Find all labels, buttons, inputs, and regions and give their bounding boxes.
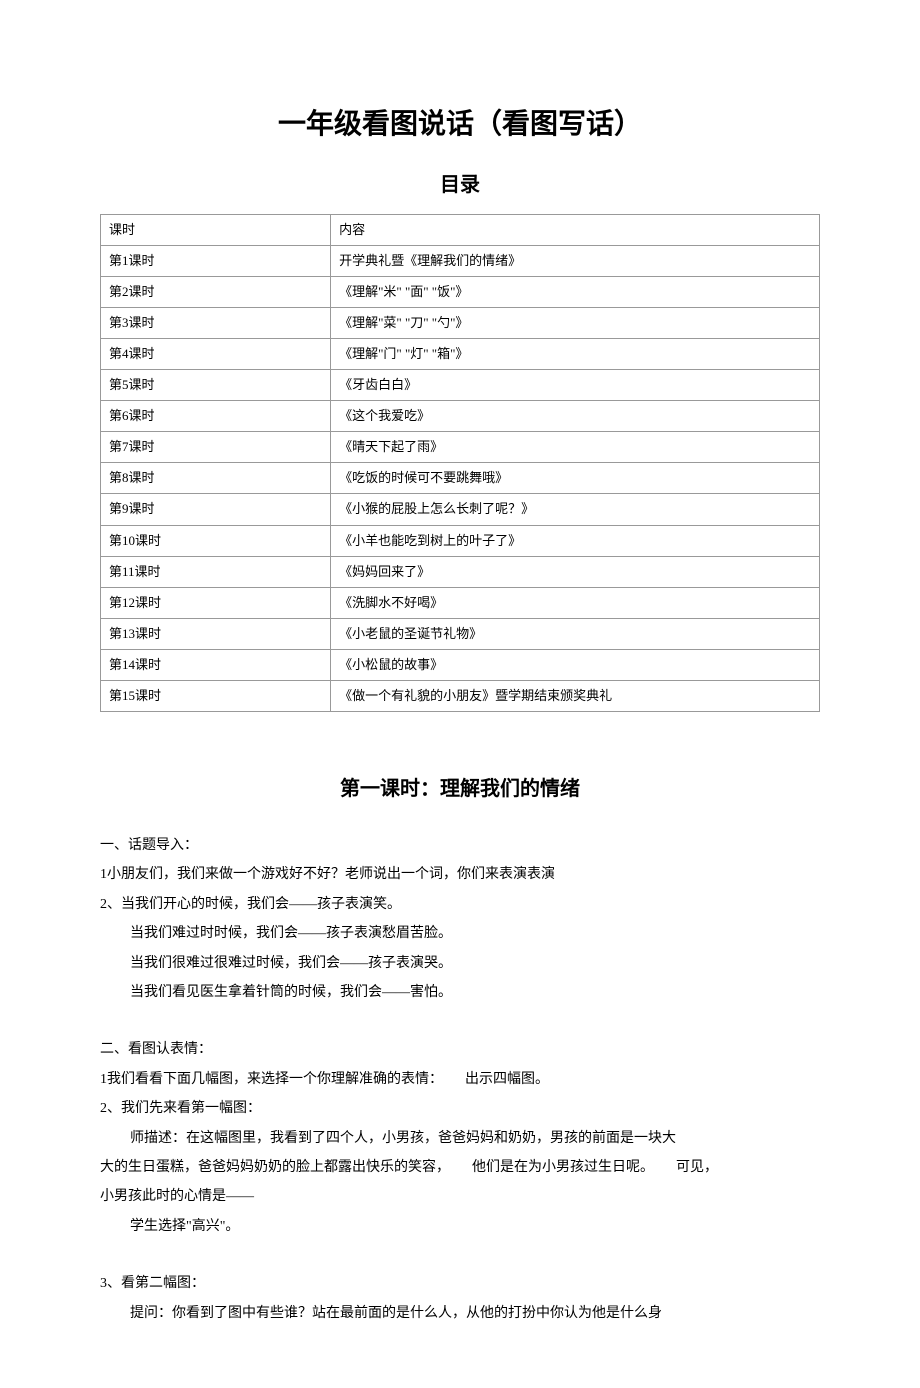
cell-content: 《牙齿白白》	[331, 370, 820, 401]
cell-lesson: 第1课时	[101, 245, 331, 276]
cell-lesson: 第10课时	[101, 525, 331, 556]
cell-content: 《吃饭的时候可不要跳舞哦》	[331, 463, 820, 494]
cell-lesson: 第8课时	[101, 463, 331, 494]
table-row: 第13课时《小老鼠的圣诞节礼物》	[101, 618, 820, 649]
body-line: 1我们看看下面几幅图，来选择一个你理解准确的表情： 出示四幅图。	[100, 1065, 820, 1094]
table-row: 第12课时《洗脚水不好喝》	[101, 587, 820, 618]
cell-content: 《这个我爱吃》	[331, 401, 820, 432]
cell-lesson: 第11课时	[101, 556, 331, 587]
cell-lesson: 第6课时	[101, 401, 331, 432]
cell-lesson: 第13课时	[101, 618, 331, 649]
body-text-part: 出示四幅图。	[465, 1072, 549, 1087]
cell-lesson: 第3课时	[101, 307, 331, 338]
cell-lesson: 第5课时	[101, 370, 331, 401]
body-line: 当我们看见医生拿着针筒的时候，我们会——害怕。	[100, 978, 820, 1007]
cell-lesson: 第12课时	[101, 587, 331, 618]
table-row: 第3课时《理解"菜" "刀" "勺"》	[101, 307, 820, 338]
table-row: 第14课时《小松鼠的故事》	[101, 649, 820, 680]
cell-content: 《晴天下起了雨》	[331, 432, 820, 463]
table-row: 第15课时《做一个有礼貌的小朋友》暨学期结束颁奖典礼	[101, 681, 820, 712]
table-row: 第8课时《吃饭的时候可不要跳舞哦》	[101, 463, 820, 494]
table-row: 第1课时开学典礼暨《理解我们的情绪》	[101, 245, 820, 276]
cell-content: 《小老鼠的圣诞节礼物》	[331, 618, 820, 649]
body-line: 当我们难过时时候，我们会——孩子表演愁眉苦脸。	[100, 919, 820, 948]
body-line: 1小朋友们，我们来做一个游戏好不好？老师说出一个词，你们来表演表演	[100, 860, 820, 889]
cell-content: 《理解"菜" "刀" "勺"》	[331, 307, 820, 338]
cell-content: 《小松鼠的故事》	[331, 649, 820, 680]
document-title: 一年级看图说话（看图写话）	[100, 100, 820, 148]
cell-lesson: 第9课时	[101, 494, 331, 525]
cell-lesson: 第7课时	[101, 432, 331, 463]
table-row: 第5课时《牙齿白白》	[101, 370, 820, 401]
cell-lesson: 第15课时	[101, 681, 331, 712]
cell-content: 《洗脚水不好喝》	[331, 587, 820, 618]
cell-content: 《做一个有礼貌的小朋友》暨学期结束颁奖典礼	[331, 681, 820, 712]
body-line: 小男孩此时的心情是——	[100, 1182, 820, 1211]
th-content: 内容	[331, 214, 820, 245]
cell-content: 《小羊也能吃到树上的叶子了》	[331, 525, 820, 556]
body-text-part: 可见，	[676, 1160, 718, 1175]
table-row: 第2课时《理解"米" "面" "饭"》	[101, 276, 820, 307]
table-row: 第11课时《妈妈回来了》	[101, 556, 820, 587]
section1-heading: 一、话题导入：	[100, 831, 820, 860]
body-text-part: 1我们看看下面几幅图，来选择一个你理解准确的表情：	[100, 1072, 443, 1087]
body-text-part: 他们是在为小男孩过生日呢。	[472, 1160, 654, 1175]
toc-table: 课时 内容 第1课时开学典礼暨《理解我们的情绪》 第2课时《理解"米" "面" …	[100, 214, 820, 713]
toc-heading: 目录	[100, 168, 820, 202]
cell-lesson: 第4课时	[101, 338, 331, 369]
body-line: 学生选择"高兴"。	[100, 1212, 820, 1241]
body-line: 师描述：在这幅图里，我看到了四个人，小男孩，爸爸妈妈和奶奶，男孩的前面是一块大	[100, 1124, 820, 1153]
body-line: 3、看第二幅图：	[100, 1269, 820, 1298]
table-row: 第7课时《晴天下起了雨》	[101, 432, 820, 463]
body-line: 当我们很难过很难过时候，我们会——孩子表演哭。	[100, 949, 820, 978]
cell-content: 《理解"米" "面" "饭"》	[331, 276, 820, 307]
lesson1-title: 第一课时：理解我们的情绪	[100, 772, 820, 806]
body-line: 大的生日蛋糕，爸爸妈妈奶奶的脸上都露出快乐的笑容， 他们是在为小男孩过生日呢。 可见…	[100, 1153, 820, 1182]
table-header-row: 课时 内容	[101, 214, 820, 245]
cell-lesson: 第2课时	[101, 276, 331, 307]
th-lesson: 课时	[101, 214, 331, 245]
body-text-part: 大的生日蛋糕，爸爸妈妈奶奶的脸上都露出快乐的笑容，	[100, 1160, 450, 1175]
table-row: 第4课时《理解"门" "灯" "箱"》	[101, 338, 820, 369]
body-line: 2、我们先来看第一幅图：	[100, 1094, 820, 1123]
body-line: 2、当我们开心的时候，我们会——孩子表演笑。	[100, 890, 820, 919]
table-row: 第6课时《这个我爱吃》	[101, 401, 820, 432]
cell-content: 《理解"门" "灯" "箱"》	[331, 338, 820, 369]
cell-content: 开学典礼暨《理解我们的情绪》	[331, 245, 820, 276]
cell-lesson: 第14课时	[101, 649, 331, 680]
cell-content: 《小猴的屁股上怎么长刺了呢？》	[331, 494, 820, 525]
cell-content: 《妈妈回来了》	[331, 556, 820, 587]
table-row: 第9课时《小猴的屁股上怎么长刺了呢？》	[101, 494, 820, 525]
table-row: 第10课时《小羊也能吃到树上的叶子了》	[101, 525, 820, 556]
section2-heading: 二、看图认表情：	[100, 1035, 820, 1064]
